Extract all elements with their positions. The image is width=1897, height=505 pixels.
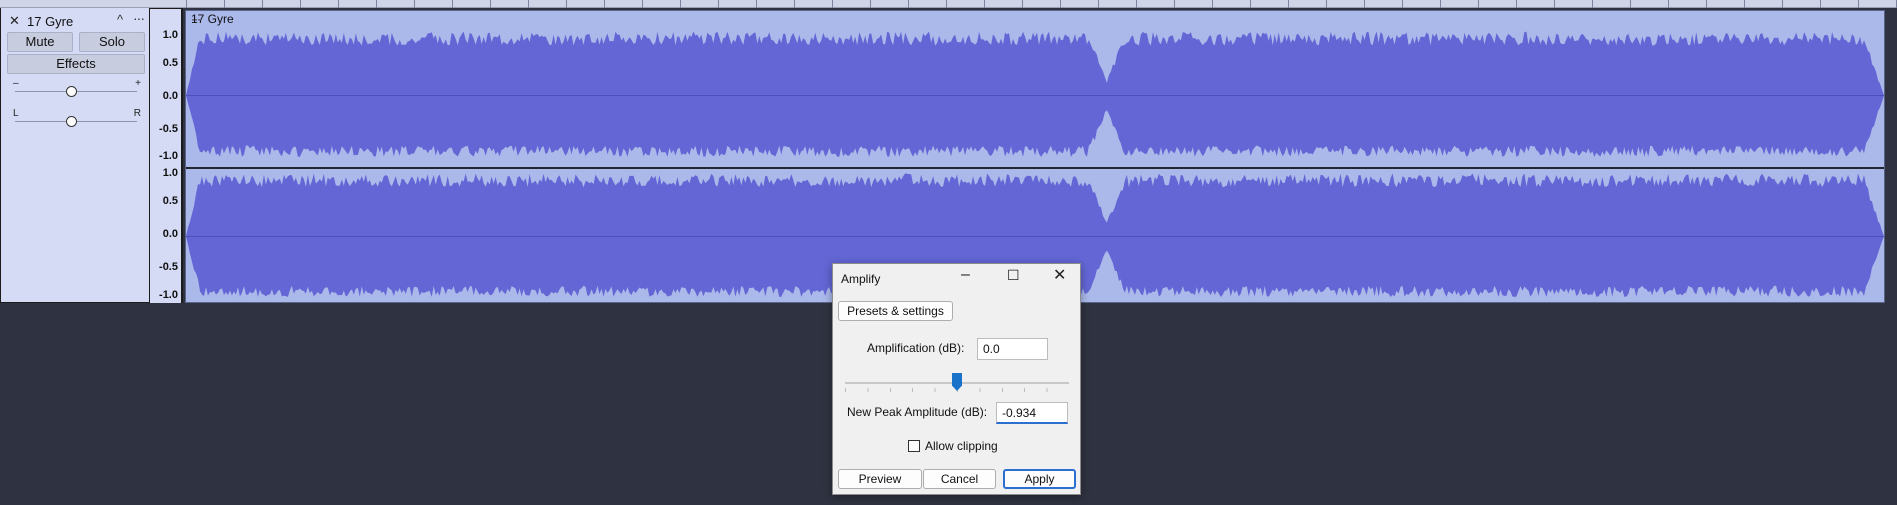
ruler-ticks xyxy=(186,0,1897,8)
presets-settings-button[interactable]: Presets & settings xyxy=(838,301,953,321)
cancel-button[interactable]: Cancel xyxy=(923,469,996,489)
track-menu-icon[interactable]: ··· xyxy=(133,10,145,26)
ruler-label: 0.5 xyxy=(162,195,178,207)
pan-right-label: R xyxy=(133,108,141,119)
effects-button[interactable]: Effects xyxy=(7,54,145,74)
ruler-label: -0.5 xyxy=(159,261,178,273)
pan-left-label: L xyxy=(13,108,19,119)
ruler-label: 0.0 xyxy=(162,228,178,240)
gain-plus-label: + xyxy=(135,78,141,89)
ruler-label: 0.0 xyxy=(162,90,178,102)
solo-button[interactable]: Solo xyxy=(79,32,145,52)
allow-clipping-label[interactable]: Allow clipping xyxy=(925,439,998,453)
allow-clipping-checkbox[interactable] xyxy=(908,440,920,452)
close-icon[interactable]: ✕ xyxy=(1053,265,1066,285)
gain-slider[interactable]: – + xyxy=(11,78,141,102)
ruler-label: 0.5 xyxy=(162,57,178,69)
close-icon[interactable]: ✕ xyxy=(9,13,20,29)
pan-slider[interactable]: L R xyxy=(11,108,141,132)
ruler-label: 1.0 xyxy=(162,167,178,179)
pan-slider-knob[interactable] xyxy=(66,116,78,127)
track-name[interactable]: 17 Gyre xyxy=(27,14,73,29)
ruler-label: -0.5 xyxy=(159,123,178,135)
gain-minus-label: – xyxy=(13,78,19,89)
preview-button[interactable]: Preview xyxy=(838,469,922,489)
waveform-channel-left[interactable] xyxy=(186,27,1884,164)
waveform-shape xyxy=(186,31,1884,157)
clip-title-bar[interactable]: 17 Gyre ··· xyxy=(186,11,1884,27)
dialog-title: Amplify xyxy=(841,272,881,286)
waveform-area[interactable]: 17 Gyre ··· xyxy=(185,10,1897,303)
ruler-label: -1.0 xyxy=(159,150,178,162)
minimize-icon[interactable]: – xyxy=(961,266,970,284)
vertical-ruler[interactable]: 1.0 0.5 0.0 -0.5 -1.0 1.0 0.5 0.0 -0.5 -… xyxy=(150,8,183,303)
maximize-icon[interactable]: ☐ xyxy=(1007,267,1020,284)
timeline-ruler[interactable] xyxy=(0,0,1897,8)
apply-button[interactable]: Apply xyxy=(1003,469,1076,489)
gain-slider-knob[interactable] xyxy=(66,86,78,97)
clip-menu-icon[interactable]: ··· xyxy=(191,12,1874,26)
amplify-dialog: Amplify – ☐ ✕ Presets & settings Amplifi… xyxy=(832,263,1081,495)
waveform-left xyxy=(186,31,1884,157)
amplification-slider[interactable] xyxy=(845,373,1069,393)
ruler-label: -1.0 xyxy=(159,289,178,301)
new-peak-label: New Peak Amplitude (dB): xyxy=(847,405,988,419)
track-header[interactable]: ✕ 17 Gyre ^ ··· xyxy=(1,10,151,30)
audio-clip[interactable]: 17 Gyre ··· xyxy=(185,10,1885,303)
new-peak-input[interactable]: -0.934 xyxy=(996,402,1068,424)
ruler-label: 1.0 xyxy=(162,29,178,41)
collapse-icon[interactable]: ^ xyxy=(117,12,123,27)
amplification-label: Amplification (dB): xyxy=(867,341,965,355)
amplification-input[interactable]: 0.0 xyxy=(977,338,1048,360)
mute-button[interactable]: Mute xyxy=(7,32,73,52)
track-control-panel: ✕ 17 Gyre ^ ··· Mute Solo Effects – + L … xyxy=(0,8,150,303)
